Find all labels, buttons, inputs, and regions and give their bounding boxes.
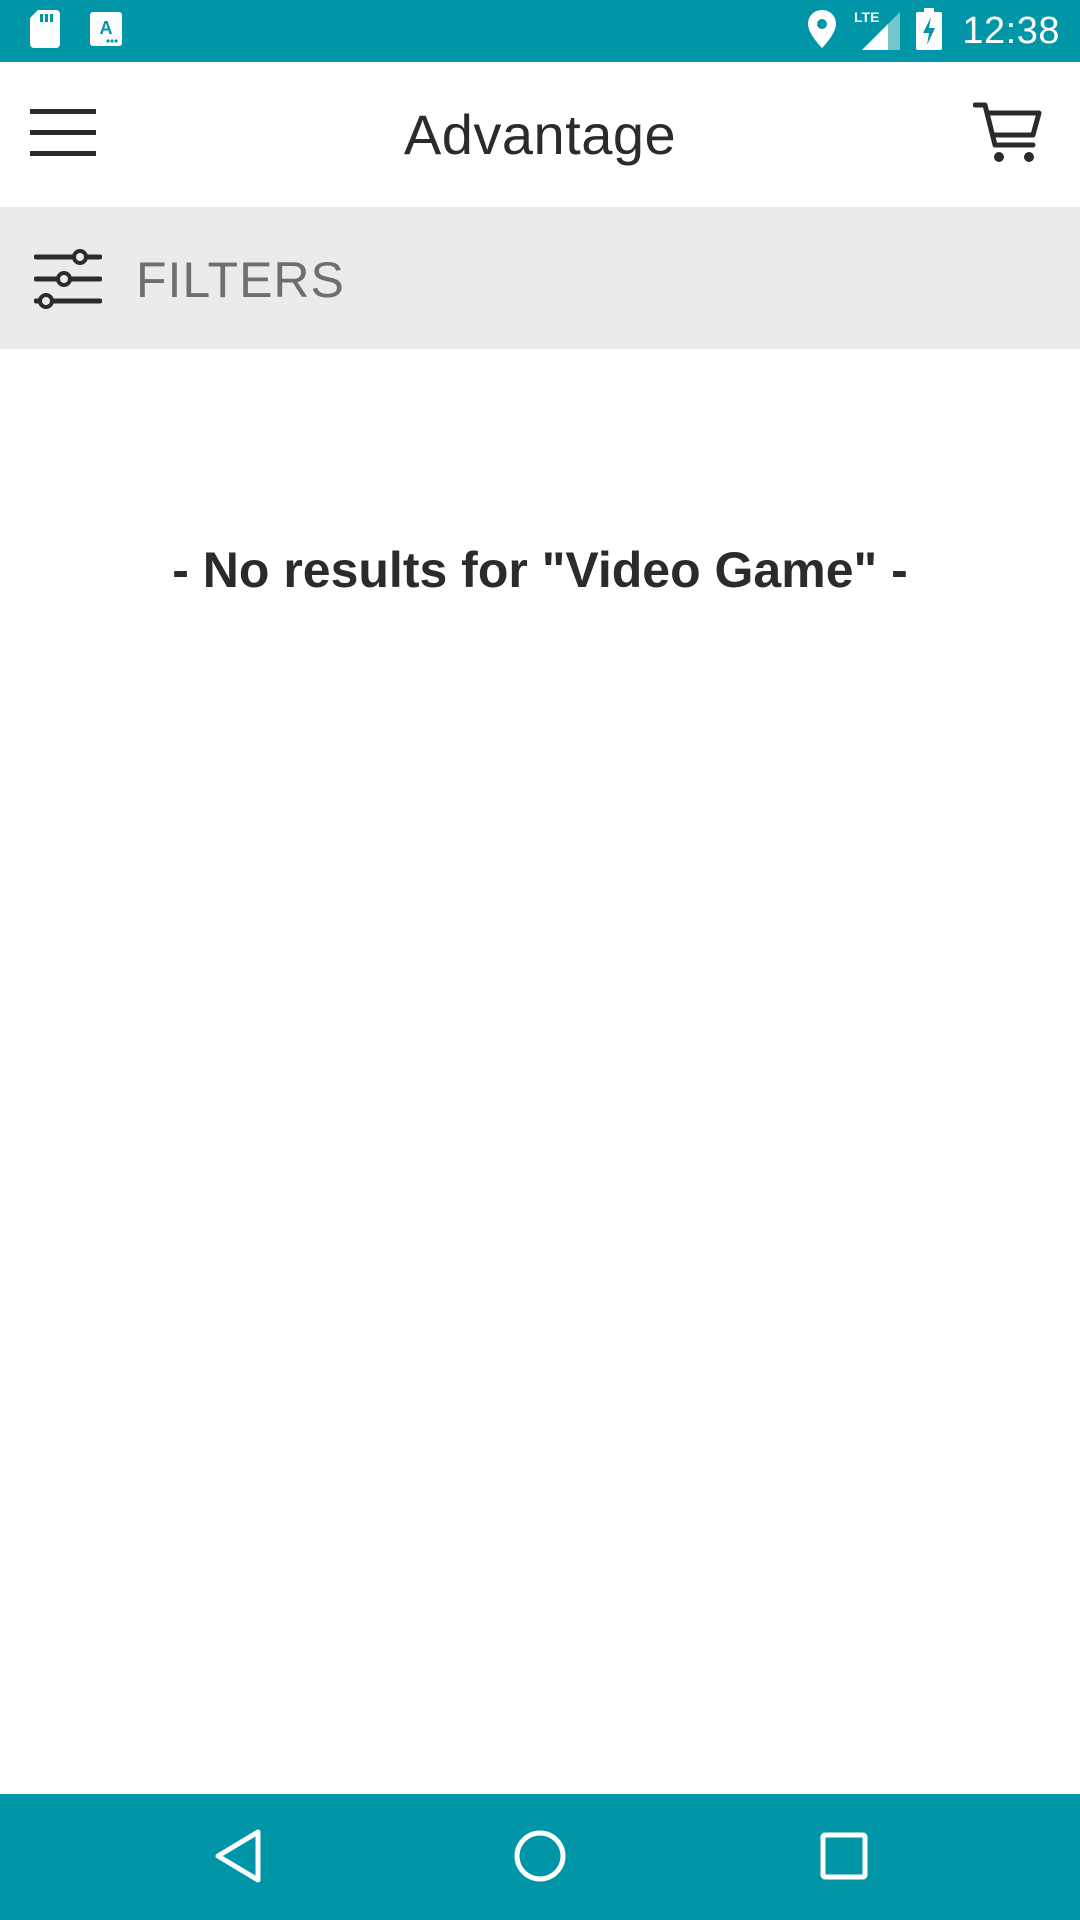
sd-card-icon — [30, 9, 60, 53]
home-icon — [512, 1828, 568, 1889]
recents-icon — [819, 1831, 869, 1886]
results-content: - No results for "Video Game" - — [0, 349, 1080, 1794]
app-title: Advantage — [403, 103, 677, 166]
shopping-cart-icon — [972, 101, 1043, 170]
nav-recents-button[interactable] — [808, 1822, 880, 1894]
svg-text:A: A — [100, 18, 113, 38]
filters-label: FILTERS — [136, 252, 345, 308]
location-icon — [808, 9, 837, 53]
nav-home-button[interactable] — [504, 1822, 576, 1894]
text-a-icon: A — [90, 11, 122, 51]
back-icon — [210, 1826, 266, 1891]
screen: A LTE 12:38 Advantage FILTERS - No resul… — [0, 0, 1080, 1920]
status-right-icons: LTE 12:38 — [808, 7, 1060, 55]
cart-button[interactable] — [970, 100, 1046, 170]
app-bar: Advantage — [0, 62, 1080, 207]
battery-charging-icon — [916, 7, 943, 55]
signal-icon: LTE — [852, 8, 901, 55]
svg-text:LTE: LTE — [854, 9, 879, 25]
status-bar: A LTE 12:38 — [0, 0, 1080, 62]
navigation-bar — [0, 1794, 1080, 1920]
filters-bar[interactable]: FILTERS — [0, 207, 1080, 349]
status-left-icons: A — [30, 9, 122, 53]
sliders-icon — [33, 249, 103, 309]
status-time: 12:38 — [962, 9, 1060, 52]
no-results-message: - No results for "Video Game" - — [172, 542, 908, 598]
nav-back-button[interactable] — [202, 1822, 274, 1894]
